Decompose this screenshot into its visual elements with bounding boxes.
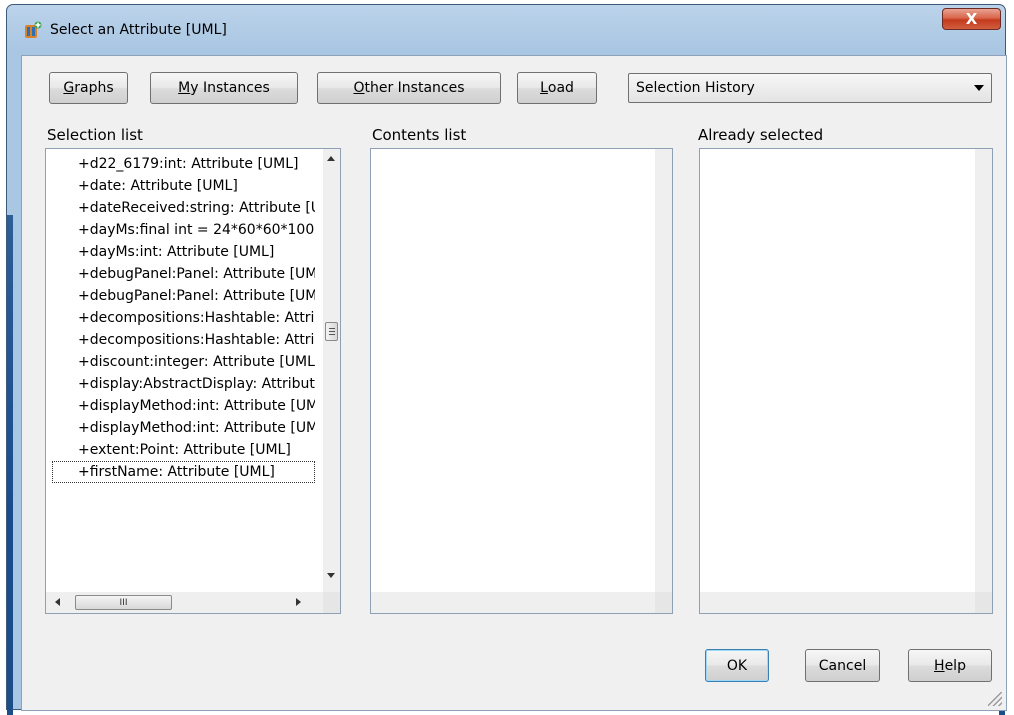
contents-list[interactable] (370, 148, 673, 614)
selection-list-hscrollbar[interactable]: III (46, 592, 323, 613)
list-item[interactable]: +firstName: Attribute [UML] (52, 461, 315, 483)
dialog-body: Graphs My Instances Other Instances Load… (21, 55, 1007, 711)
selection-history-value: Selection History (636, 80, 755, 96)
resize-grip-icon[interactable] (988, 692, 1002, 706)
list-item[interactable]: +dateReceived:string: Attribute [UML] (52, 197, 315, 219)
graphs-label: raphs (74, 80, 114, 96)
selection-list-vthumb[interactable] (325, 322, 338, 341)
other-instances-label: ther Instances (364, 80, 465, 96)
window-title: Select an Attribute [UML] (50, 22, 227, 38)
load-button[interactable]: Load (517, 72, 597, 104)
help-label: elp (944, 657, 966, 674)
already-selected-vscrollbar[interactable] (975, 149, 992, 592)
list-item[interactable]: +discount:integer: Attribute [UML] (52, 351, 315, 373)
help-button[interactable]: Help (908, 649, 992, 682)
ok-button[interactable]: OK (705, 649, 769, 682)
list-item[interactable]: +dayMs:final int = 24*60*60*1000: Attrib… (52, 219, 315, 241)
already-selected-list[interactable] (699, 148, 993, 614)
list-item[interactable]: +decompositions:Hashtable: Attribute [UM… (52, 307, 315, 329)
list-item[interactable]: +debugPanel:Panel: Attribute [UML] (52, 263, 315, 285)
scroll-corner (323, 592, 340, 613)
list-item[interactable]: +display:AbstractDisplay: Attribute [UML… (52, 373, 315, 395)
window-border-left (7, 215, 13, 715)
list-item[interactable]: +debugPanel:Panel: Attribute [UML] (52, 285, 315, 307)
other-instances-button[interactable]: Other Instances (317, 72, 501, 104)
list-item[interactable]: +displayMethod:int: Attribute [UML] (52, 417, 315, 439)
list-item[interactable]: +extent:Point: Attribute [UML] (52, 439, 315, 461)
app-icon (25, 21, 42, 38)
cancel-button[interactable]: Cancel (805, 649, 880, 682)
scroll-corner (975, 592, 992, 613)
list-item[interactable]: +decompositions:Hashtable: Attribute [UM… (52, 329, 315, 351)
scroll-corner (655, 592, 672, 613)
chevron-down-icon (974, 85, 984, 91)
scroll-down-icon[interactable] (327, 573, 335, 578)
my-instances-label: y Instances (190, 80, 270, 96)
selection-history-dropdown[interactable]: Selection History (628, 73, 992, 103)
list-item[interactable]: +date: Attribute [UML] (52, 175, 315, 197)
help-mnemonic: H (934, 657, 945, 674)
my-instances-mnemonic: M (178, 80, 191, 96)
graphs-button[interactable]: Graphs (49, 72, 128, 104)
contents-list-label: Contents list (372, 126, 467, 144)
contents-list-vscrollbar[interactable] (655, 149, 672, 592)
scroll-up-icon[interactable] (327, 156, 335, 161)
close-button[interactable]: X (942, 8, 1001, 30)
my-instances-button[interactable]: My Instances (150, 72, 298, 104)
selection-list-vscrollbar[interactable] (323, 149, 340, 592)
load-mnemonic: L (540, 80, 548, 96)
scroll-left-icon[interactable] (55, 598, 60, 606)
close-icon: X (965, 10, 978, 28)
selection-list[interactable]: +d22_6179:int: Attribute [UML] +date: Att… (45, 148, 341, 614)
selection-list-label: Selection list (47, 126, 143, 144)
contents-list-hscrollbar[interactable] (371, 592, 655, 613)
selection-list-hthumb[interactable]: III (75, 595, 172, 610)
load-label: oad (547, 80, 574, 96)
graphs-mnemonic: G (63, 80, 75, 96)
scroll-right-icon[interactable] (296, 598, 301, 606)
list-item[interactable]: +dayMs:int: Attribute [UML] (52, 241, 315, 263)
list-item[interactable]: +d22_6179:int: Attribute [UML] (52, 153, 315, 175)
other-instances-mnemonic: O (353, 80, 365, 96)
already-selected-label: Already selected (698, 126, 824, 144)
already-selected-hscrollbar[interactable] (700, 592, 975, 613)
dialog-window: Select an Attribute [UML] X Graphs My In… (6, 4, 1007, 715)
list-item[interactable]: +displayMethod:int: Attribute [UML] (52, 395, 315, 417)
